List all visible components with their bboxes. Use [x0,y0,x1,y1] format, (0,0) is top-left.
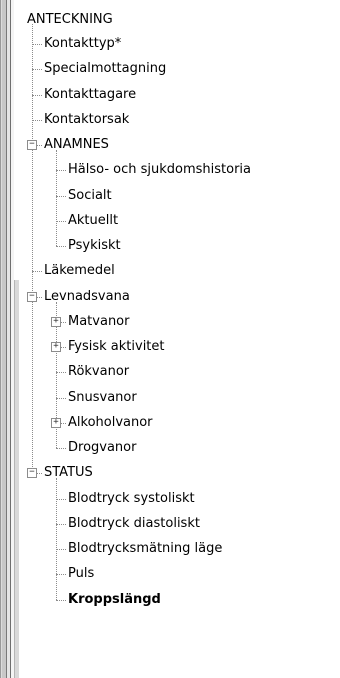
tree-item-kontakttyp[interactable]: Kontakttyp* [26,33,340,55]
scrollbar-thumb[interactable] [14,280,19,678]
tree-item-kontakttagare[interactable]: Kontakttagare [26,84,340,106]
left-panel-border [0,0,14,678]
tree-item-specialmottagning[interactable]: Specialmottagning [26,58,340,80]
tree-item-kroppslangd[interactable]: Kroppslängd [26,589,340,611]
tree-item-snusvanor[interactable]: Snusvanor [26,387,340,409]
expand-icon[interactable]: + [51,342,61,352]
tree-item-blodtryck-systoliskt[interactable]: Blodtryck systoliskt [26,488,340,510]
tree-item-status[interactable]: − STATUS [26,462,340,484]
tree-item-label: Snusvanor [68,389,137,405]
tree-item-puls[interactable]: Puls [26,563,340,585]
tree-item-label: STATUS [44,465,93,481]
tree-connector [32,271,42,273]
tree-item-label: Fysisk aktivitet [68,339,165,354]
tree-item-label: Puls [68,566,95,582]
tree-item-blodtryck-diastoliskt[interactable]: Blodtryck diastoliskt [26,513,340,535]
tree-connector [56,574,66,576]
tree-connector [56,498,66,500]
tree-connector [56,195,66,197]
tree-connector [56,170,66,172]
tree-item-alkoholvanor[interactable]: + Alkoholvanor [26,412,340,434]
tree-connector [32,94,42,96]
tree-item-label: Aktuellt [68,212,119,228]
tree-item-label: ANAMNES [44,137,109,152]
tree-item-lakemedel[interactable]: Läkemedel [26,260,340,282]
tree-item-psykiskt[interactable]: Psykiskt [26,235,340,257]
tree-connector [32,69,42,71]
tree-item-label: Levnadsvana [44,288,130,304]
tree-item-label: Psykiskt [68,238,121,253]
tree-item-label: Läkemedel [44,263,115,279]
tree-item-label: Kontakttyp* [44,36,122,51]
expand-icon[interactable]: + [51,417,61,428]
tree-connector [56,246,66,247]
tree-item-label: Alkoholvanor [68,414,153,430]
tree-item-label: Kroppslängd [68,591,161,607]
tree-item-label: Blodtryck diastoliskt [68,515,200,531]
tree-item-fysisk-aktivitet[interactable]: + Fysisk aktivitet [26,336,340,358]
tree-connector [32,119,42,121]
tree-connector [56,448,66,449]
tree-item-label: Kontakttagare [44,86,137,102]
tree-item-kontaktorsak[interactable]: Kontaktorsak [26,109,340,131]
tree-item-label: Blodtryck systoliskt [68,490,195,506]
tree-item-blodtrycksmatning-lage[interactable]: Blodtrycksmätning läge [26,538,340,560]
tree-connector [56,599,66,601]
tree-item-aktuellt[interactable]: Aktuellt [26,210,340,232]
tree-item-label: Socialt [68,187,112,203]
tree-item-label: Matvanor [68,313,130,329]
tree-item-label: Blodtrycksmätning läge [68,541,223,556]
tree-item-matvanor[interactable]: + Matvanor [26,311,340,333]
tree-item-label: Kontaktorsak [44,111,130,127]
tree-connector [32,44,42,45]
tree-item-drogvanor[interactable]: Drogvanor [26,437,340,459]
tree-root-label: ANTECKNING [27,12,113,27]
tree-item-halso-och-sjukdomshistoria[interactable]: Hälso- och sjukdomshistoria [26,159,340,181]
tree-root[interactable]: ANTECKNING [26,9,340,31]
tree-item-label: Drogvanor [68,440,137,455]
tree-item-label: Specialmottagning [44,61,167,77]
tree-connector [56,372,66,374]
tree-view[interactable]: ANTECKNING Kontakttyp* Specialmottagning K… [26,0,340,678]
expand-icon[interactable]: + [51,316,61,327]
tree-item-levnadsvana[interactable]: − Levnadsvana [26,286,340,308]
tree-item-label: Rökvanor [68,364,130,380]
tree-connector [56,220,66,222]
collapse-icon[interactable]: − [27,140,37,150]
tree-item-socialt[interactable]: Socialt [26,185,340,207]
tree-item-rokvanor[interactable]: Rökvanor [26,361,340,383]
tree-connector [56,523,66,525]
tree-item-label: Hälso- och sjukdomshistoria [68,162,252,178]
tree-item-anamnes[interactable]: − ANAMNES [26,134,340,156]
tree-connector [56,549,66,550]
collapse-icon[interactable]: − [27,468,37,479]
tree-connector [56,397,66,399]
collapse-icon[interactable]: − [27,291,37,302]
